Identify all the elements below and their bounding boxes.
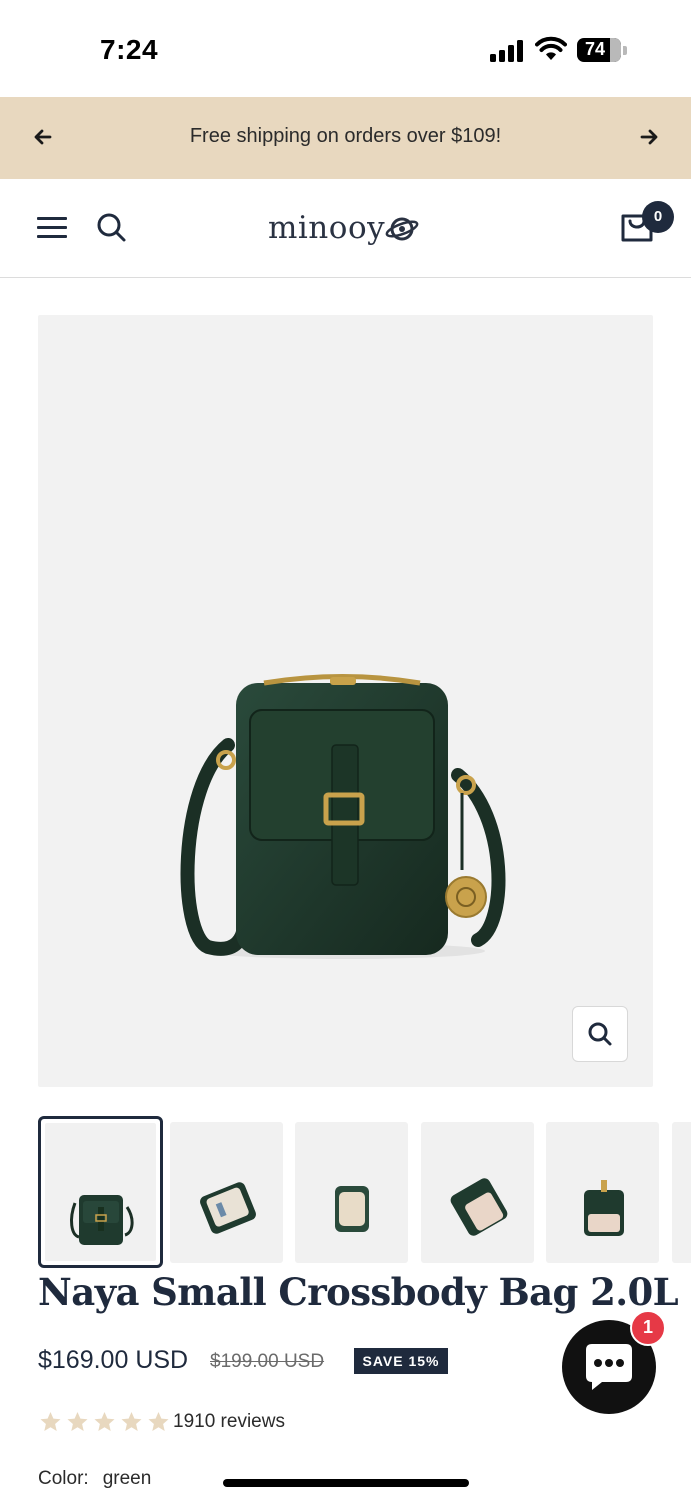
star-icon (40, 1412, 61, 1431)
compare-at-price: $199.00 USD (210, 1351, 325, 1372)
reviews-link[interactable]: 1910 reviews (173, 1411, 285, 1433)
signal-icon (490, 40, 526, 62)
star-icon (121, 1412, 142, 1431)
star-icon (148, 1412, 169, 1431)
thumbnail-4[interactable] (421, 1122, 534, 1263)
product-title: Naya Small Crossbody Bag 2.0L (38, 1270, 679, 1314)
status-bar: 7:24 74 (0, 0, 691, 97)
logo-planet-icon (385, 217, 419, 241)
thumbnail-bag-top (335, 1186, 369, 1232)
wifi-icon (535, 36, 567, 60)
product-price: $169.00 USD (38, 1346, 189, 1374)
color-value: green (102, 1468, 152, 1489)
thumbnail-strip (38, 1116, 691, 1268)
thumbnail-6[interactable] (672, 1122, 691, 1263)
bag-image (180, 674, 506, 959)
thumbnail-1[interactable] (38, 1116, 163, 1268)
thumbnail-bag-back (584, 1180, 624, 1236)
thumbnail-bag-angled (450, 1178, 508, 1236)
battery-level: 74 (584, 39, 606, 59)
status-time: 7:24 (100, 34, 159, 65)
arrow-right-icon[interactable] (634, 122, 664, 152)
menu-icon[interactable] (37, 214, 67, 240)
thumbnail-2[interactable] (170, 1122, 283, 1263)
home-indicator (223, 1479, 469, 1487)
thumbnail-3[interactable] (295, 1122, 408, 1263)
zoom-button[interactable] (572, 1006, 628, 1062)
color-selector-label: Color: green (38, 1468, 151, 1490)
search-icon[interactable] (95, 211, 127, 243)
color-label: Color: (38, 1468, 89, 1489)
announcement-bar: Free shipping on orders over $109! (0, 97, 691, 179)
site-header: minooy 0 (0, 179, 691, 278)
thumbnail-bag-open (200, 1182, 256, 1234)
star-icon (67, 1412, 88, 1431)
announcement-text: Free shipping on orders over $109! (189, 125, 502, 147)
rating-stars[interactable] (38, 1410, 173, 1434)
save-badge: SAVE 15% (354, 1348, 448, 1374)
logo-text: minooy (268, 210, 386, 246)
cart-count-badge: 0 (642, 201, 674, 233)
battery-icon: 74 (577, 38, 627, 62)
logo[interactable]: minooy (268, 205, 419, 251)
star-icon (94, 1412, 115, 1431)
thumbnail-bag-front (70, 1195, 134, 1245)
zoom-icon (588, 1022, 612, 1046)
thumbnail-5[interactable] (546, 1122, 659, 1263)
product-main-image[interactable] (38, 315, 653, 1087)
chat-notification-badge: 1 (630, 1310, 666, 1346)
